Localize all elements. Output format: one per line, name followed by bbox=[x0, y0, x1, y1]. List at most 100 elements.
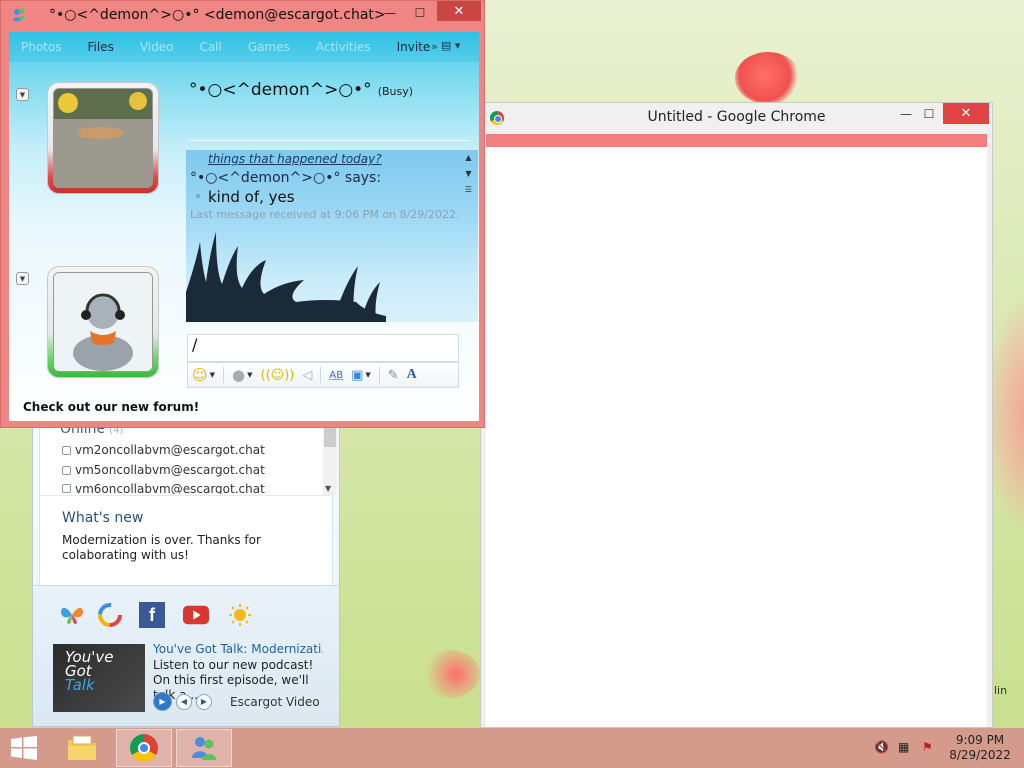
wink-button[interactable]: ● ▼ bbox=[232, 366, 252, 384]
quick-links-panel: f You've Got Talk You've Got Talk: Moder… bbox=[33, 585, 339, 726]
chrome-window: Untitled - Google Chrome — ☐ ✕ bbox=[480, 102, 993, 728]
background-button[interactable]: ▣ ▼ bbox=[351, 368, 371, 383]
scroll-down-icon[interactable]: ▼ bbox=[325, 484, 331, 493]
volume-muted-icon[interactable]: 🔇 bbox=[874, 740, 889, 754]
more-tabs-button[interactable]: » bbox=[431, 40, 438, 53]
status-icon bbox=[62, 445, 71, 455]
minimize-button[interactable]: — bbox=[377, 3, 403, 23]
tab-invite[interactable]: Invite bbox=[397, 40, 431, 54]
picture-icon: ▣ bbox=[351, 367, 364, 383]
youtube-icon[interactable] bbox=[183, 602, 209, 628]
toolbar-divider bbox=[378, 367, 380, 383]
messenger-buddies-icon bbox=[192, 737, 216, 760]
messenger-logo-icon bbox=[13, 8, 25, 21]
toolbar-divider bbox=[223, 367, 225, 383]
previous-icon[interactable]: ◀ bbox=[176, 693, 192, 710]
smiley-icon: ☺ bbox=[192, 366, 208, 384]
conversation-topic: things that happened today? bbox=[208, 152, 382, 166]
tab-files[interactable]: Files bbox=[87, 40, 113, 54]
contact-display-name: °•○<^demon^>○•° (Busy) bbox=[189, 80, 413, 100]
forum-link[interactable]: Check out our new forum! bbox=[23, 400, 199, 414]
play-icon[interactable]: ▶ bbox=[153, 692, 172, 711]
contact-item[interactable]: vm5oncollabvm@escargot.chat bbox=[62, 463, 265, 477]
video-controls: ▶ ◀ ▶ Escargot Video bbox=[153, 692, 320, 711]
dropdown-arrow-icon: ▼ bbox=[247, 371, 253, 379]
windows-start-icon[interactable] bbox=[10, 736, 38, 760]
contact-list-window: Online (4) vm2oncollabvm@escargot.chat vm… bbox=[32, 415, 340, 727]
maximize-button[interactable]: ☐ bbox=[915, 103, 943, 124]
facebook-icon[interactable]: f bbox=[139, 602, 165, 628]
font-style-button[interactable]: A͟B bbox=[329, 370, 343, 381]
nudge-icon: ((☺)) bbox=[260, 367, 295, 383]
maximize-button[interactable]: ☐ bbox=[407, 3, 433, 23]
emoticon-button[interactable]: ☺ ▼ bbox=[192, 366, 215, 384]
close-button[interactable]: ✕ bbox=[437, 1, 481, 21]
escargot-icon[interactable] bbox=[97, 602, 123, 628]
action-center-icon[interactable]: ⚑ bbox=[922, 740, 933, 754]
thumb-text-line: Talk bbox=[65, 676, 95, 694]
system-clock[interactable]: 9:09 PM 8/29/2022 bbox=[940, 733, 1020, 763]
voice-clip-button[interactable]: ◁ bbox=[302, 368, 312, 383]
tab-games[interactable]: Games bbox=[248, 40, 290, 54]
divider bbox=[189, 140, 469, 141]
file-explorer-taskbar-button[interactable] bbox=[54, 729, 110, 767]
messenger-taskbar-button[interactable] bbox=[176, 729, 232, 767]
contact-avatar[interactable] bbox=[47, 82, 159, 194]
tab-activities[interactable]: Activities bbox=[316, 40, 371, 54]
voice-clip-icon: ◁ bbox=[302, 367, 313, 383]
clock-time: 9:09 PM bbox=[955, 733, 1005, 747]
messenger-title-bar[interactable]: °•○<^demon^>○•° <demon@escargot.chat> — … bbox=[1, 1, 484, 31]
scroll-end-icon[interactable]: ☰ bbox=[461, 182, 476, 198]
conversation-client: Photos Files Video Call Games Activities… bbox=[9, 32, 479, 421]
contact-display-picture bbox=[53, 88, 153, 188]
wallpaper-flower bbox=[735, 52, 801, 104]
font-button[interactable]: A bbox=[407, 367, 417, 383]
chrome-page-area[interactable] bbox=[486, 147, 987, 727]
tab-video[interactable]: Video bbox=[140, 40, 174, 54]
status-icon bbox=[62, 465, 71, 475]
dropdown-arrow-icon: ▼ bbox=[365, 371, 371, 379]
butterfly-icon[interactable] bbox=[59, 602, 85, 628]
taskbar: 🔇 ▦ ⚑ 9:09 PM 8/29/2022 bbox=[0, 728, 1024, 768]
contact-email: vm5oncollabvm@escargot.chat bbox=[75, 463, 265, 477]
handwriting-button[interactable]: ✎ bbox=[388, 368, 399, 383]
chrome-taskbar-button[interactable] bbox=[116, 729, 172, 767]
last-received-text: Last message received at 9:06 PM on 8/29… bbox=[190, 208, 460, 221]
conversation-history[interactable]: things that happened today? °•○<^demon^>… bbox=[186, 150, 478, 322]
options-menu-icon[interactable]: ▤ ▾ bbox=[441, 39, 467, 52]
expand-toggle-icon[interactable]: ▼ bbox=[16, 272, 29, 285]
history-scrollbar[interactable]: ▲ ▼ ☰ bbox=[461, 150, 476, 204]
chrome-title-bar[interactable]: Untitled - Google Chrome — ☐ ✕ bbox=[481, 103, 992, 133]
contact-item[interactable]: vm6oncollabvm@escargot.chat bbox=[62, 483, 265, 494]
toolbar-divider bbox=[320, 367, 322, 383]
message-input[interactable]: / bbox=[187, 334, 459, 362]
contact-email: vm6oncollabvm@escargot.chat bbox=[75, 483, 265, 494]
next-icon[interactable]: ▶ bbox=[196, 693, 212, 710]
expand-toggle-icon[interactable]: ▼ bbox=[16, 88, 29, 101]
scrollbar-thumb[interactable] bbox=[324, 427, 336, 447]
clock-date: 8/29/2022 bbox=[949, 748, 1011, 762]
divider bbox=[40, 495, 330, 496]
chrome-icon bbox=[130, 734, 158, 762]
video-source: Escargot Video bbox=[230, 694, 320, 709]
desktop-icon-label: lin bbox=[994, 684, 1008, 697]
contact-list-scrollbar[interactable]: ▼ bbox=[323, 427, 337, 495]
tab-call[interactable]: Call bbox=[199, 40, 221, 54]
nudge-button[interactable]: ((☺)) bbox=[261, 368, 295, 383]
whats-new-text: Modernization is over. Thanks for colabo… bbox=[62, 533, 261, 562]
messenger-window-title: °•○<^demon^>○•° <demon@escargot.chat> bbox=[49, 7, 386, 23]
close-button[interactable]: ✕ bbox=[943, 103, 989, 124]
scroll-up-icon[interactable]: ▲ bbox=[461, 150, 476, 166]
dropdown-arrow-icon: ▼ bbox=[209, 371, 216, 379]
video-thumbnail[interactable]: You've Got Talk bbox=[53, 644, 145, 712]
own-avatar[interactable] bbox=[47, 266, 159, 378]
tab-photos[interactable]: Photos bbox=[21, 40, 61, 54]
pen-icon: ✎ bbox=[387, 367, 399, 383]
font-a-icon: A bbox=[406, 367, 417, 382]
contact-name-text: °•○<^demon^>○•° bbox=[189, 80, 372, 100]
contact-item[interactable]: vm2oncollabvm@escargot.chat bbox=[62, 443, 265, 457]
network-icon[interactable]: ▦ bbox=[898, 740, 909, 754]
scroll-down-icon[interactable]: ▼ bbox=[461, 166, 476, 182]
weather-sun-icon[interactable] bbox=[227, 602, 253, 628]
video-title-link[interactable]: You've Got Talk: Modernizati... bbox=[153, 642, 323, 656]
